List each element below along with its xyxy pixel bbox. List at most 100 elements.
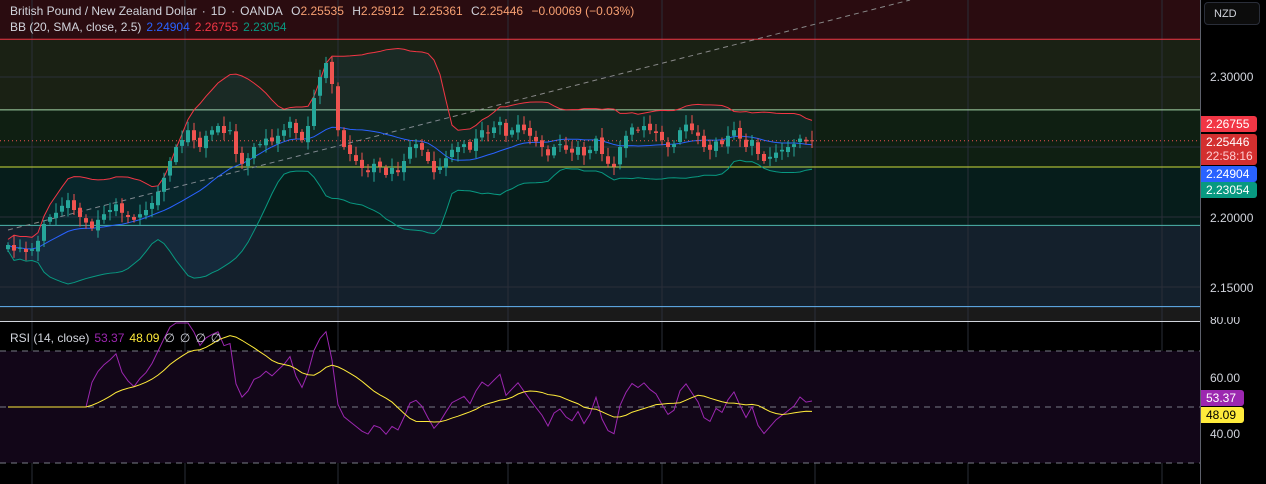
candle-body [312,98,316,126]
rsi-pane[interactable] [0,322,1200,484]
candle-body [132,217,136,220]
candle-body [216,126,220,133]
candle-body [420,143,424,150]
rsi-value: 53.37 [94,331,125,345]
candle-body [12,245,16,251]
candle-body [804,139,808,142]
candle-body [210,130,214,135]
exchange: OANDA [240,4,283,18]
candle-body [324,63,328,79]
candle-body [402,161,406,173]
candle-body [492,127,496,133]
candle-body [228,130,232,132]
interval: 1D [210,4,227,18]
candle-body [90,221,94,229]
candle-body [384,167,388,175]
candle-body [78,207,82,217]
candle-body [18,247,22,249]
candle-body [684,124,688,132]
candle-body [54,212,58,219]
candle-body [774,152,778,158]
candle-body [204,135,208,149]
price-tick: 2.15000 [1210,281,1254,295]
candle-body [66,200,70,209]
candle-body [456,147,460,153]
price-chart-canvas[interactable] [0,0,1200,321]
candle-body [720,140,724,145]
candle-body [330,61,334,84]
candle-body [84,218,88,223]
zone-background [0,306,1200,321]
candle-body [654,131,658,133]
price-tick: 2.30000 [1210,70,1254,84]
candle-body [678,130,682,142]
candle-body [108,210,112,212]
candle-body [666,142,670,147]
candle-body [42,224,46,241]
price-chart[interactable] [0,0,1200,321]
candle-body [636,129,640,131]
candle-body [252,147,256,159]
candle-body [504,122,508,136]
candle-body [468,141,472,150]
bb-upper-tag: 2.26755 [1201,116,1257,132]
candle-body [192,130,196,140]
candle-body [798,138,802,142]
price-tick: 2.20000 [1210,211,1254,225]
bb-legend[interactable]: BB (20, SMA, close, 2.5) 2.24904 2.26755 2.… [10,20,292,34]
candle-body [120,203,124,213]
candle-body [102,214,106,220]
candle-body [270,137,274,142]
rsi-canvas[interactable] [0,322,1200,484]
candle-body [726,135,730,147]
rsi-extra: ∅ [195,331,206,345]
candle-body [186,130,190,143]
candle-body [222,126,226,133]
candle-body [582,147,586,156]
candle-body [690,123,694,131]
candle-body [552,147,556,156]
rsi-tick: 80.00 [1210,317,1241,327]
candle-body [732,130,736,136]
candle-body [234,131,238,154]
candle-body [150,203,154,209]
candle-body [540,140,544,147]
bb-label: BB (20, SMA, close, 2.5) [10,20,142,34]
separator-dot: · [201,4,206,18]
currency-button[interactable]: NZD [1204,2,1260,25]
bb-basis-tag: 2.24904 [1201,166,1257,182]
candle-body [366,170,370,173]
candle-body [516,124,520,133]
candle-body [36,240,40,252]
candle-body [432,161,436,173]
candle-body [360,159,364,168]
candle-body [6,245,10,250]
bb-lower-tag: 2.23054 [1201,182,1257,198]
rsi-ma-tag: 48.09 [1201,407,1244,423]
candle-body [756,142,760,154]
candle-body [648,123,652,131]
candle-body [354,155,358,161]
candle-body [30,249,34,251]
candle-body [162,177,166,192]
candle-body [348,144,352,154]
candle-body [696,132,700,136]
candle-body [474,138,478,151]
candle-body [414,144,418,149]
candle-body [180,140,184,146]
rsi-tick: 60.00 [1210,371,1241,385]
rsi-legend[interactable]: RSI (14, close) 53.37 48.09 ∅ ∅ ∅ ∅ [10,331,226,345]
candle-body [510,130,514,135]
candle-body [498,121,502,126]
candle-body [480,130,484,138]
symbol-name[interactable]: British Pound / New Zealand Dollar [10,4,197,18]
bar-countdown: 22:58:16 [1206,149,1253,163]
candle-body [606,156,610,164]
candle-body [660,131,664,140]
candle-body [570,148,574,153]
candle-body [390,168,394,174]
candle-body [264,138,268,146]
bb-upper-value: 2.26755 [194,20,239,34]
candle-body [444,158,448,168]
candle-body [522,124,526,131]
